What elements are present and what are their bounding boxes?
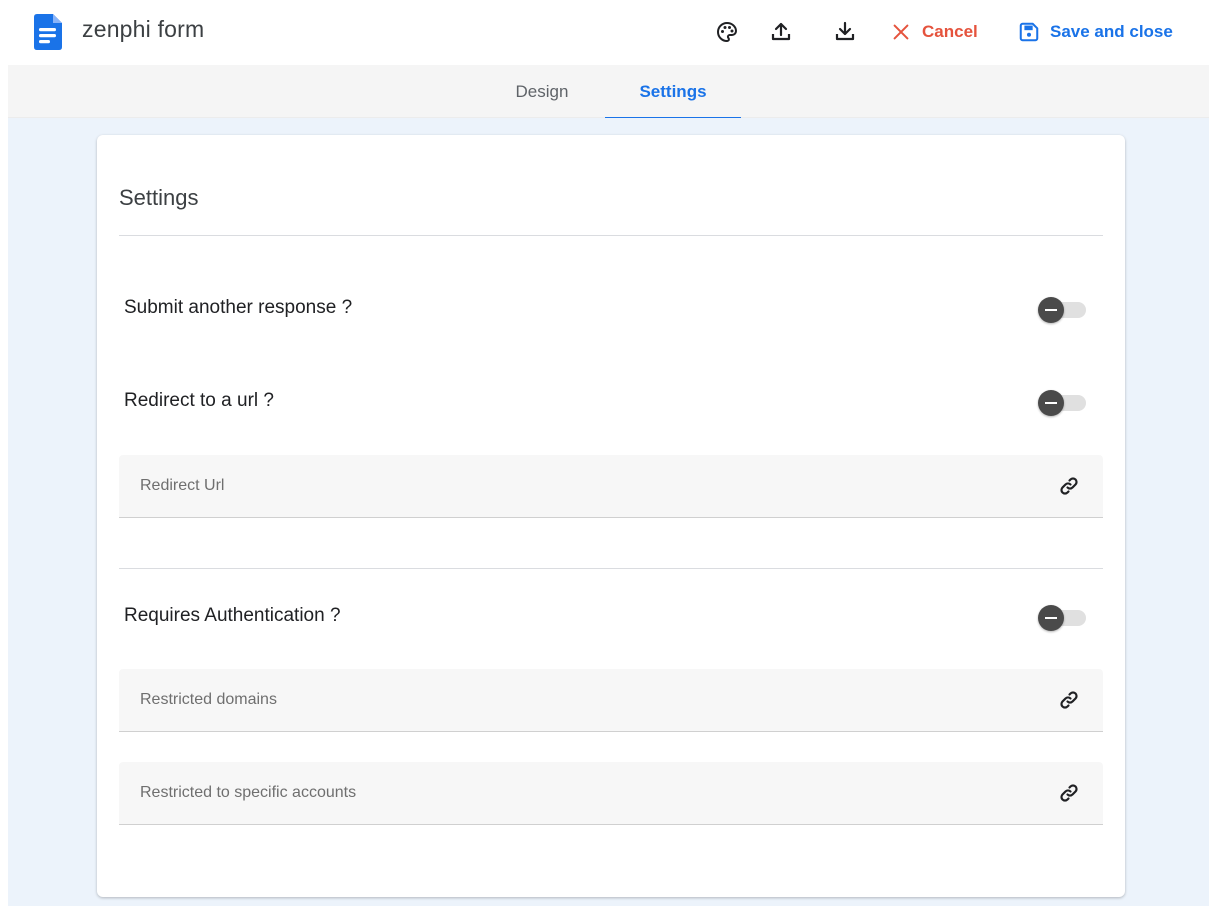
restricted-accounts-field[interactable] bbox=[119, 762, 1103, 825]
restricted-accounts-input[interactable] bbox=[119, 762, 1049, 824]
palette-icon bbox=[717, 21, 738, 43]
save-and-close-button[interactable]: Save and close bbox=[1018, 17, 1173, 47]
top-bar: zenphi form Cancel Save and close bbox=[0, 0, 1209, 65]
redirect-url-input[interactable] bbox=[119, 455, 1049, 517]
requires-auth-toggle[interactable] bbox=[1038, 605, 1088, 631]
download-icon bbox=[835, 21, 855, 41]
tab-settings[interactable]: Settings bbox=[605, 65, 741, 119]
redirect-label: Redirect to a url ? bbox=[124, 390, 274, 411]
content-area: Settings Submit another response ? Redir… bbox=[8, 118, 1209, 906]
form-document-icon bbox=[34, 14, 62, 50]
cancel-button[interactable]: Cancel bbox=[890, 17, 978, 47]
app-title: zenphi form bbox=[82, 16, 205, 42]
restricted-domains-input[interactable] bbox=[119, 669, 1049, 731]
toggle-knob bbox=[1038, 390, 1064, 416]
divider bbox=[119, 568, 1103, 569]
link-icon bbox=[1060, 691, 1078, 709]
toggle-knob bbox=[1038, 297, 1064, 323]
theme-button[interactable] bbox=[711, 16, 743, 48]
link-icon bbox=[1060, 784, 1078, 802]
link-icon bbox=[1060, 477, 1078, 495]
tab-design[interactable]: Design bbox=[484, 65, 600, 118]
redirect-url-field[interactable] bbox=[119, 455, 1103, 518]
restricted-domains-field[interactable] bbox=[119, 669, 1103, 732]
redirect-toggle[interactable] bbox=[1038, 390, 1088, 416]
cancel-label: Cancel bbox=[922, 22, 978, 41]
settings-title: Settings bbox=[119, 185, 199, 210]
tab-bar: Design Settings bbox=[8, 65, 1209, 119]
divider bbox=[119, 235, 1103, 236]
submit-another-label: Submit another response ? bbox=[124, 297, 353, 318]
upload-button[interactable] bbox=[765, 16, 797, 48]
save-label: Save and close bbox=[1050, 22, 1173, 41]
upload-icon bbox=[771, 22, 791, 41]
form-editor-app: zenphi form Cancel Save and close Design… bbox=[0, 0, 1209, 906]
close-icon bbox=[893, 24, 909, 40]
requires-auth-label: Requires Authentication ? bbox=[124, 605, 341, 626]
save-icon bbox=[1019, 22, 1039, 42]
settings-card: Settings Submit another response ? Redir… bbox=[97, 135, 1125, 897]
submit-another-toggle[interactable] bbox=[1038, 297, 1088, 323]
toggle-knob bbox=[1038, 605, 1064, 631]
download-button[interactable] bbox=[829, 16, 861, 48]
